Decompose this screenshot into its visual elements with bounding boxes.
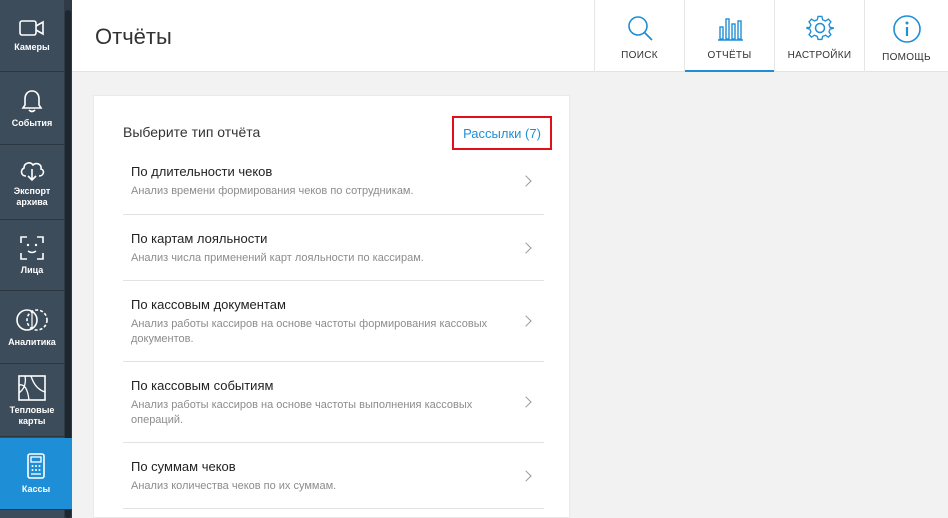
chevron-right-icon: [520, 315, 532, 327]
report-description: Анализ работы кассиров на основе частоты…: [131, 399, 473, 426]
reports-button-label: ОТЧЁТЫ: [707, 50, 752, 61]
chevron-right-icon: [520, 396, 532, 408]
card-title: Выберите тип отчёта: [123, 124, 261, 140]
sidebar-item-heatmaps[interactable]: Тепловые карты: [0, 365, 64, 437]
sidebar-item-faces[interactable]: Лица: [0, 221, 64, 291]
help-button[interactable]: ПОМОЩЬ: [864, 0, 948, 72]
sidebar-item-label: События: [11, 118, 53, 128]
page-title: Отчёты: [95, 24, 172, 49]
report-type-card: Выберите тип отчёта Рассылки (7) По длит…: [93, 95, 570, 518]
search-button[interactable]: ПОИСК: [594, 0, 684, 72]
sidebar-item-cash-registers[interactable]: Кассы: [0, 438, 72, 510]
report-title: По кассовым событиям: [131, 378, 274, 393]
chevron-right-icon: [520, 175, 532, 187]
report-description: Анализ количества чеков по их суммам.: [131, 480, 337, 492]
report-title: По длительности чеков: [131, 164, 273, 179]
report-description: Анализ работы кассиров на основе частоты…: [131, 318, 488, 345]
report-item-cash-events[interactable]: По кассовым событиям Анализ работы касси…: [123, 362, 544, 443]
sidebar-item-label: Тепловые карты: [9, 404, 55, 426]
gear-icon: [805, 15, 834, 41]
info-icon: [892, 15, 921, 43]
report-item-loyalty-cards[interactable]: По картам лояльности Анализ числа примен…: [123, 215, 544, 281]
reports-button[interactable]: ОТЧЁТЫ: [684, 0, 774, 72]
sidebar-item-label: Аналитика: [8, 337, 56, 347]
analytics-icon: [16, 309, 48, 331]
sidebar-item-analytics[interactable]: Аналитика: [0, 292, 64, 364]
sidebar-item-label: Камеры: [14, 42, 50, 52]
report-description: Анализ времени формирования чеков по сот…: [131, 185, 414, 197]
report-item-check-duration[interactable]: По длительности чеков Анализ времени фор…: [123, 152, 544, 215]
mailings-link[interactable]: Рассылки (7): [463, 126, 541, 141]
mailings-highlight: Рассылки (7): [452, 116, 552, 150]
help-button-label: ПОМОЩЬ: [882, 52, 931, 63]
sidebar-item-export-archive[interactable]: Экспорт архива: [0, 146, 64, 220]
report-title: По кассовым документам: [131, 297, 286, 312]
sidebar-item-label: Экспорт архива: [13, 185, 51, 207]
camera-icon: [19, 20, 44, 36]
heatmap-icon: [18, 374, 46, 401]
cloud-download-icon: [20, 161, 45, 181]
cash-register-icon: [27, 453, 45, 479]
chevron-right-icon: [520, 242, 532, 254]
report-title: По суммам чеков: [131, 459, 236, 474]
settings-button-label: НАСТРОЙКИ: [787, 50, 852, 61]
face-icon: [20, 236, 44, 260]
sidebar-item-events[interactable]: События: [0, 73, 64, 145]
bar-chart-icon: [717, 18, 743, 41]
report-title: По картам лояльности: [131, 231, 268, 246]
sidebar-item-cameras[interactable]: Камеры: [0, 0, 64, 72]
sidebar-item-label: Кассы: [21, 484, 51, 494]
settings-button[interactable]: НАСТРОЙКИ: [774, 0, 864, 72]
report-item-check-amounts[interactable]: По суммам чеков Анализ количества чеков …: [123, 443, 544, 509]
bell-icon: [21, 90, 43, 113]
sidebar-item-label: Лица: [20, 265, 44, 275]
chevron-right-icon: [520, 470, 532, 482]
top-header: Отчёты ПОИСК ОТЧЁТЫ НАСТРОЙКИ ПОМОЩЬ: [72, 0, 948, 72]
search-button-label: ПОИСК: [621, 50, 658, 61]
search-icon: [627, 16, 653, 41]
sidebar: Камеры События Экспорт архива Лица Анали…: [0, 0, 72, 518]
report-item-cash-documents[interactable]: По кассовым документам Анализ работы кас…: [123, 281, 544, 362]
report-description: Анализ числа применений карт лояльности …: [131, 252, 424, 264]
